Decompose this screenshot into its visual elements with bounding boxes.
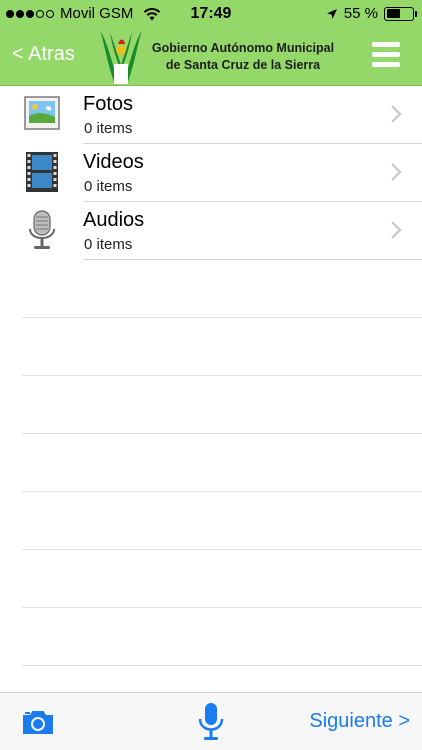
municipal-logo-icon xyxy=(100,30,142,84)
brand-title: Gobierno Autónomo Municipal de Santa Cru… xyxy=(148,40,338,74)
chevron-right-icon xyxy=(391,105,402,123)
list-item-audios[interactable]: Audios 0 items xyxy=(0,202,422,260)
item-count: 0 items xyxy=(84,120,133,137)
battery-percent: 55 % xyxy=(343,5,378,22)
next-button[interactable]: Siguiente > xyxy=(309,710,410,733)
chevron-right-icon xyxy=(391,221,402,239)
film-icon xyxy=(26,152,58,192)
empty-row xyxy=(22,434,422,492)
media-list: Fotos 0 items Videos 0 items Audios 0 it… xyxy=(0,86,422,260)
list-item-videos[interactable]: Videos 0 items xyxy=(0,144,422,202)
item-title: Audios xyxy=(83,209,145,231)
bottom-toolbar: Siguiente > xyxy=(0,692,422,750)
item-title: Fotos xyxy=(83,93,134,115)
status-right: 55 % xyxy=(326,5,417,22)
nav-bar: < Atras Gobierno Autónomo Municipal de S… xyxy=(0,28,422,86)
item-count: 0 items xyxy=(84,178,133,195)
brand-line-2: de Santa Cruz de la Sierra xyxy=(165,58,321,72)
location-arrow-icon xyxy=(326,8,337,19)
microphone-icon[interactable] xyxy=(197,702,225,742)
empty-row xyxy=(22,492,422,550)
chevron-right-icon xyxy=(391,163,402,181)
photo-icon xyxy=(24,96,60,130)
status-bar: Movil GSM 17:49 55 % xyxy=(0,0,422,28)
empty-row xyxy=(22,376,422,434)
empty-row xyxy=(22,260,422,318)
brand-line-1: Gobierno Autónomo Municipal xyxy=(151,41,335,55)
microphone-icon xyxy=(29,210,55,249)
empty-row xyxy=(22,550,422,608)
camera-icon[interactable] xyxy=(21,709,55,736)
item-title: Videos xyxy=(83,151,144,173)
empty-row xyxy=(22,318,422,376)
empty-row xyxy=(22,608,422,666)
back-button[interactable]: < Atras xyxy=(12,43,75,66)
item-count: 0 items xyxy=(84,236,133,253)
battery-icon xyxy=(384,6,417,21)
list-item-fotos[interactable]: Fotos 0 items xyxy=(0,86,422,144)
menu-icon[interactable] xyxy=(372,42,400,68)
empty-list-rows xyxy=(22,260,422,666)
